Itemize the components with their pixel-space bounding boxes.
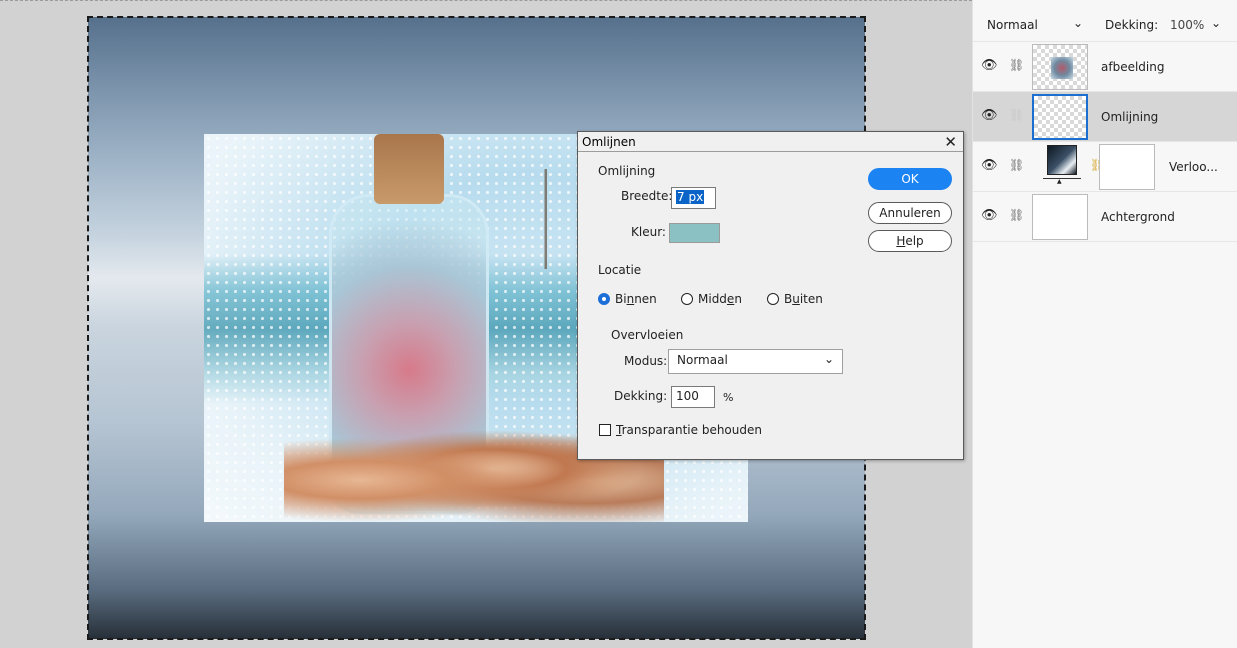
radio-inside-label[interactable]: Binnen (615, 292, 657, 306)
chevron-down-icon[interactable]: ⌄ (1211, 16, 1221, 30)
close-icon[interactable]: ✕ (944, 133, 957, 151)
width-field[interactable]: 7 px (671, 187, 716, 209)
link-icon[interactable]: ⛓ (1009, 58, 1024, 72)
gradient-fill-icon (1047, 145, 1077, 175)
chevron-down-icon: ⌄ (823, 352, 834, 366)
radio-inside[interactable] (598, 293, 610, 305)
location-label: Locatie (598, 263, 642, 277)
mode-label: Modus: (624, 354, 668, 368)
layers-panel: Normaal ⌄ Dekking: 100% ⌄ 👁 ⛓ afbeelding… (972, 0, 1237, 648)
link-icon[interactable]: ⛓ (1009, 208, 1024, 222)
link-icon[interactable]: ⛓ (1009, 158, 1024, 172)
layer-thumbnail (1032, 94, 1088, 140)
eye-icon[interactable]: 👁 (981, 158, 998, 173)
cancel-button[interactable]: Annuleren (868, 202, 952, 224)
width-value: 7 px (676, 190, 705, 204)
mode-select[interactable]: Normaal ⌄ (668, 349, 843, 374)
preserve-transparency-label[interactable]: Transparantie behouden (616, 423, 762, 437)
eye-icon[interactable]: 👁 (981, 208, 998, 223)
chevron-down-icon[interactable]: ⌄ (1073, 16, 1083, 30)
ok-button[interactable]: OK (868, 168, 952, 190)
layer-thumbnail (1032, 194, 1088, 240)
width-label: Breedte: (621, 189, 673, 203)
layer-row[interactable]: 👁 ⛓ afbeelding (973, 42, 1237, 92)
link-icon[interactable]: ⛓ (1009, 108, 1024, 122)
opacity-label: Dekking: (1105, 18, 1159, 32)
mode-value: Normaal (677, 353, 728, 367)
image-thumbnail-content (1051, 57, 1073, 79)
radio-center-label[interactable]: Midden (698, 292, 742, 306)
layer-name[interactable]: Verloo... (1169, 160, 1218, 174)
blend-section-label: Overvloeien (611, 328, 684, 342)
opacity-value: 100 (676, 389, 699, 403)
layer-thumbnail (1032, 44, 1088, 90)
blend-mode-dropdown[interactable]: Normaal (987, 18, 1038, 32)
opacity-label: Dekking: (614, 389, 668, 403)
opacity-field[interactable]: 100 (671, 386, 715, 408)
bottle-cork (374, 134, 444, 204)
preserve-transparency-checkbox[interactable] (599, 424, 611, 436)
radio-center[interactable] (681, 293, 693, 305)
layer-row[interactable]: 👁 ⛓ ⛓ Verloo... (973, 142, 1237, 192)
eye-icon[interactable]: 👁 (981, 108, 998, 123)
radio-outside[interactable] (767, 293, 779, 305)
sailing-ship (522, 169, 572, 269)
layer-name[interactable]: afbeelding (1101, 60, 1164, 74)
eye-icon[interactable]: 👁 (981, 58, 998, 73)
layer-name[interactable]: Achtergrond (1101, 210, 1175, 224)
help-button[interactable]: Help (868, 230, 952, 252)
layer-row-selected[interactable]: 👁 ⛓ Omlijning (973, 92, 1237, 142)
percent-label: % (723, 391, 734, 404)
layer-row[interactable]: 👁 ⛓ Achtergrond (973, 192, 1237, 242)
dialog-titlebar[interactable]: Omlijnen ✕ (578, 132, 963, 152)
stroke-section-label: Omlijning (598, 164, 656, 178)
radio-outside-label[interactable]: Buiten (784, 292, 823, 306)
stroke-dialog: Omlijnen ✕ Omlijning Breedte: 7 px Kleur… (577, 131, 964, 460)
layer-mask-thumbnail[interactable] (1099, 144, 1155, 190)
dialog-title: Omlijnen (582, 135, 636, 149)
color-label: Kleur: (631, 225, 666, 239)
stroke-color-swatch[interactable] (669, 223, 720, 243)
opacity-value[interactable]: 100% (1170, 18, 1204, 32)
gradient-bar (1043, 178, 1081, 186)
layers-toolbar: Normaal ⌄ Dekking: 100% ⌄ (973, 0, 1237, 42)
layer-name[interactable]: Omlijning (1101, 110, 1158, 124)
